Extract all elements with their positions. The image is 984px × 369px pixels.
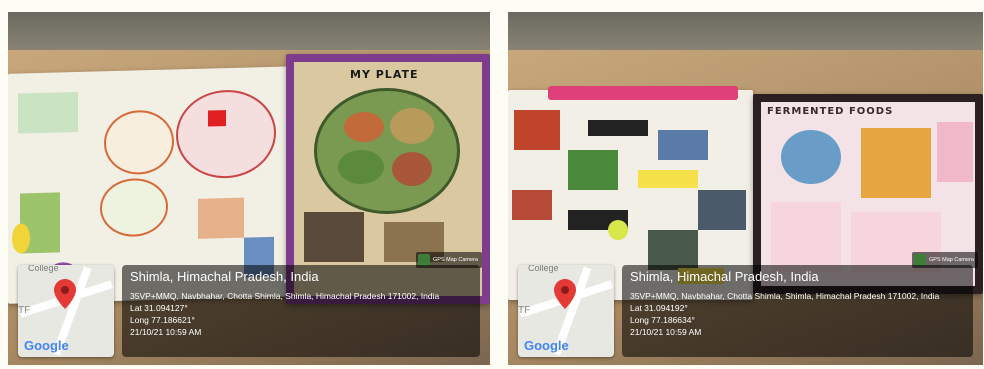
photo-cutout [698, 190, 746, 230]
location-info: Shimla, Himachal Pradesh, India 35VP+MMQ… [122, 265, 480, 357]
fruit-cutout [512, 190, 552, 220]
address: 35VP+MMQ, Navbhahar, Chotta Shimla, Shim… [130, 291, 440, 301]
datetime: 21/10/21 10:59 AM [630, 327, 702, 337]
longitude: Long 77.186634° [630, 315, 695, 325]
veg-cutout [18, 91, 78, 134]
location-info: Shimla, Himachal Pradesh, India 35VP+MMQ… [622, 265, 973, 357]
logo-sticker [208, 110, 226, 127]
food-section [338, 150, 384, 184]
wall [8, 12, 490, 54]
mini-map: College TF Google [518, 265, 614, 357]
photo-right: FERMENTED FOODS GPS Map Camera College T… [508, 12, 983, 365]
address: 35VP+MMQ, Navbhahar, Chotta Shimla, Shim… [630, 291, 940, 301]
label-card [588, 120, 648, 136]
label-card [638, 170, 698, 188]
map-side-label: TF [518, 305, 531, 316]
photo-left: MY PLATE GPS Map Camera College TF Googl… [8, 12, 490, 365]
wall [508, 12, 983, 54]
datetime: 21/10/21 10:59 AM [130, 327, 202, 337]
location-title: Shimla, Himachal Pradesh, India [130, 269, 319, 284]
map-place-label: College [528, 265, 559, 273]
fruit-cutout [514, 110, 560, 150]
latitude: Lat 31.094192° [630, 303, 688, 313]
badge-label: GPS Map Camera [929, 257, 974, 263]
india-map-collage [861, 128, 931, 198]
food-section [392, 152, 432, 186]
globe-collage [781, 130, 841, 184]
plate-circle [314, 88, 460, 214]
text-card [937, 122, 973, 182]
text-card [771, 202, 841, 272]
mini-map: College TF Google [18, 265, 114, 357]
photo-cutout [648, 230, 698, 270]
circle-drawing [104, 109, 174, 176]
location-title: Shimla, Himachal Pradesh, India [630, 269, 819, 284]
google-logo: Google [524, 338, 569, 353]
food-section [344, 112, 384, 142]
poster-title: FERMENTED FOODS [767, 106, 894, 117]
photo-cutout [658, 130, 708, 160]
badge-label: GPS Map Camera [433, 257, 478, 263]
star-cutout [608, 220, 628, 240]
gps-overlay: College TF Google Shimla, Himachal Prade… [18, 265, 480, 357]
circle-drawing [100, 177, 168, 238]
longitude: Long 77.186621° [130, 315, 195, 325]
food-collage [304, 212, 364, 262]
map-side-label: TF [18, 305, 31, 316]
latitude: Lat 31.094127° [130, 303, 188, 313]
junk-food-circle [176, 88, 276, 180]
ribbon-decoration [548, 86, 738, 100]
figure-cutout [568, 150, 618, 190]
gps-overlay: College TF Google Shimla, Himachal Prade… [518, 265, 973, 357]
location-pin-icon [54, 279, 76, 309]
map-place-label: College [28, 265, 59, 273]
food-section [390, 108, 434, 144]
poster-title: MY PLATE [350, 68, 419, 81]
location-pin-icon [554, 279, 576, 309]
food-cutout [198, 197, 244, 239]
google-logo: Google [24, 338, 69, 353]
